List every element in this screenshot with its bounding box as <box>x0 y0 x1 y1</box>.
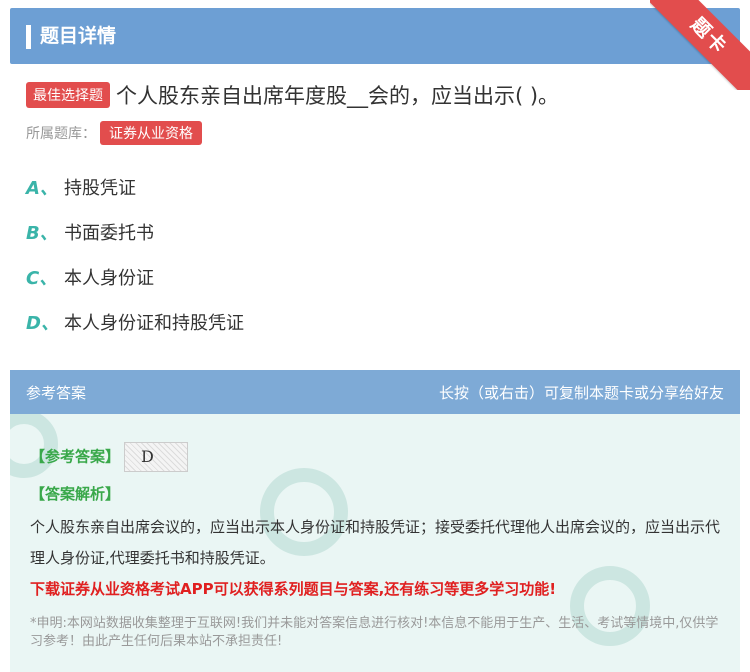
header-accent-bar <box>26 25 31 49</box>
ribbon-label: 题卡 <box>650 0 750 90</box>
corner-ribbon: 题卡 <box>650 0 750 90</box>
option-letter: D、 <box>26 313 59 334</box>
option-letter: C、 <box>26 268 58 289</box>
disclaimer-text: *申明:本网站数据收集整理于互联网!我们并未能对答案信息进行核对!本信息不能用于… <box>30 616 719 649</box>
option-a[interactable]: A、 持股凭证 <box>26 174 244 219</box>
options-list: A、 持股凭证 B、 书面委托书 C、 本人身份证 D、 本人身份证和持股凭证 <box>26 174 244 354</box>
option-text: 书面委托书 <box>64 223 154 244</box>
reference-answer-row: 【参考答案】 D <box>30 442 189 472</box>
analysis-label: 【答案解析】 <box>30 485 121 503</box>
option-text: 本人身份证和持股凭证 <box>64 313 244 334</box>
question-type-badge: 最佳选择题 <box>26 82 110 108</box>
question-library-row: 所属题库： 证券从业资格 <box>26 121 202 145</box>
option-text: 本人身份证 <box>64 268 154 289</box>
option-d[interactable]: D、 本人身份证和持股凭证 <box>26 309 244 354</box>
library-tag[interactable]: 证券从业资格 <box>100 121 202 145</box>
question-row: 最佳选择题 个人股东亲自出席年度股__会的，应当出示( )。 <box>26 80 736 110</box>
option-text: 持股凭证 <box>64 178 136 199</box>
page-header: 题目详情 <box>10 8 740 64</box>
app-promo-link[interactable]: 下载证券从业资格考试APP可以获得系列题目与答案,还有练习等更多学习功能! <box>30 578 556 599</box>
answer-header-title: 参考答案 <box>26 384 87 402</box>
answer-header: 参考答案 长按（或右击）可复制本题卡或分享给好友 <box>10 370 740 414</box>
answer-panel: 参考答案 长按（或右击）可复制本题卡或分享给好友 【参考答案】 D 【答案解析】 … <box>10 370 740 672</box>
option-letter: B、 <box>26 223 58 244</box>
answer-image: D <box>124 442 189 472</box>
option-letter: A、 <box>26 178 58 199</box>
share-hint: 长按（或右击）可复制本题卡或分享给好友 <box>438 384 724 402</box>
page-title: 题目详情 <box>40 25 117 47</box>
question-card-page: 题目详情 题卡 最佳选择题 个人股东亲自出席年度股__会的，应当出示( )。 所属… <box>0 0 750 672</box>
answer-value: D <box>141 447 154 466</box>
option-b[interactable]: B、 书面委托书 <box>26 219 244 264</box>
question-text: 个人股东亲自出席年度股__会的，应当出示( )。 <box>116 84 560 108</box>
reference-answer-label: 【参考答案】 <box>30 447 121 466</box>
option-c[interactable]: C、 本人身份证 <box>26 264 244 309</box>
library-label: 所属题库： <box>26 126 96 142</box>
analysis-text: 个人股东亲自出席会议的，应当出示本人身份证和持股凭证；接受委托代理他人出席会议的… <box>30 518 721 567</box>
